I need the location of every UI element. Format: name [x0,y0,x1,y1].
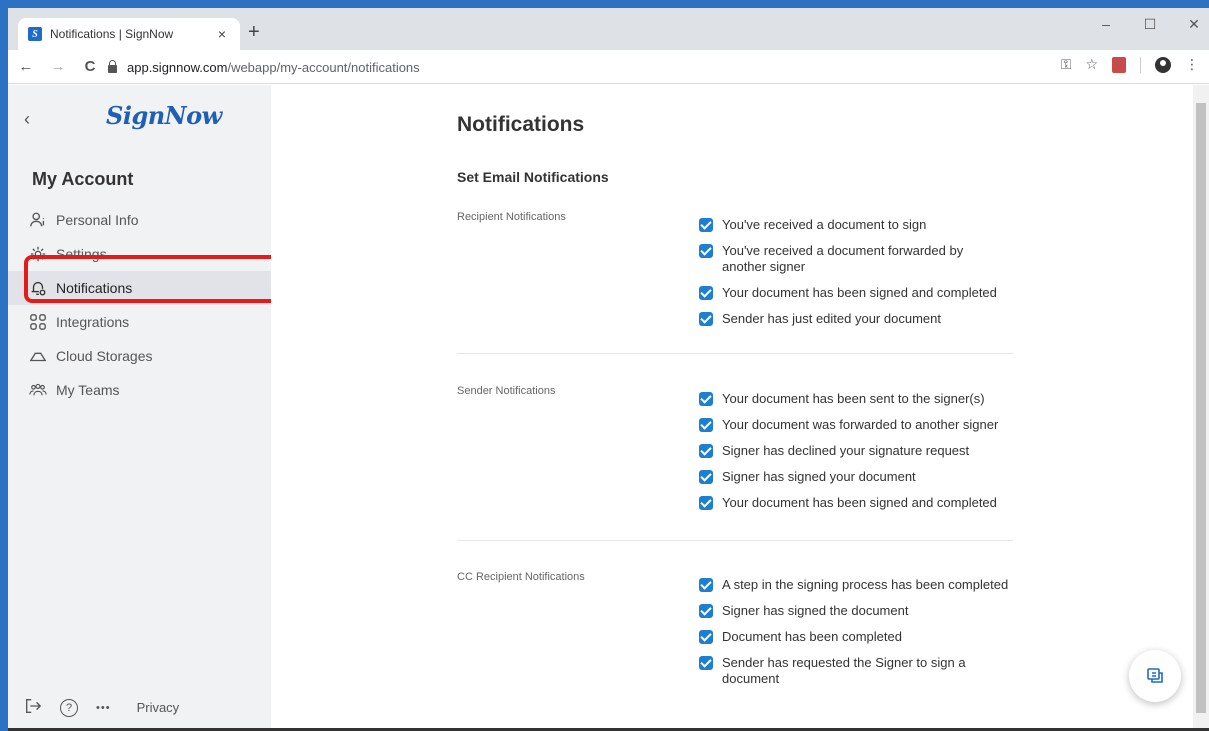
back-button[interactable]: ← [14,58,38,75]
star-icon[interactable]: ☆ [1085,56,1098,73]
lock-icon [108,59,117,73]
sidebar-item-integrations[interactable]: Integrations [8,305,271,339]
checkbox-checked[interactable] [699,286,713,300]
sidebar: ‹ SignNow My Account Personal Info Setti… [8,85,271,731]
page-scrollbar[interactable] [1193,85,1209,731]
profile-icon[interactable] [1155,56,1171,73]
group-label: CC Recipient Notifications [457,571,585,583]
close-window-button[interactable]: ✕ [1184,16,1204,33]
notification-option[interactable]: You've received a document to sign [699,217,1009,233]
checkbox-checked[interactable] [699,418,713,432]
pdf-extension-icon[interactable] [1112,56,1126,73]
grid-icon [28,312,48,332]
more-icon[interactable]: ••• [96,702,111,714]
maximize-button[interactable]: ☐ [1140,16,1160,33]
checkbox-checked[interactable] [699,578,713,592]
checkbox-checked[interactable] [699,470,713,484]
notification-option[interactable]: Signer has declined your signature reque… [699,443,1009,459]
toolbar-separator [1140,56,1141,73]
group-label: Sender Notifications [457,385,556,397]
browser-tab[interactable]: S Notifications | SignNow × [18,18,240,50]
logout-icon[interactable] [24,697,42,718]
chat-icon [1147,668,1163,683]
notification-option[interactable]: Signer has signed your document [699,469,1009,485]
checkbox-checked[interactable] [699,630,713,644]
section-divider [457,540,1013,541]
sidebar-item-my-teams[interactable]: My Teams [8,373,271,407]
checkbox-checked[interactable] [699,218,713,232]
chat-button[interactable] [1129,650,1181,702]
page-title: Notifications [457,113,585,136]
notification-option[interactable]: You've received a document forwarded by … [699,243,1009,275]
option-list: You've received a document to sign You'v… [699,217,1009,337]
scrollbar-thumb[interactable] [1196,103,1206,713]
group-label: Recipient Notifications [457,211,566,223]
signnow-favicon-icon: S [28,27,42,41]
sidebar-item-personal-info[interactable]: Personal Info [8,203,271,237]
browser-window: S Notifications | SignNow × + – ☐ ✕ ← → … [8,8,1209,731]
signnow-logo[interactable]: SignNow [106,101,222,130]
notification-option[interactable]: Your document was forwarded to another s… [699,417,1009,433]
sidebar-item-label: My Teams [56,382,120,398]
sidebar-item-label: Cloud Storages [56,348,153,364]
person-info-icon [28,210,48,230]
notification-option[interactable]: Document has been completed [699,629,1009,645]
browser-toolbar: ← → C app.signnow.com/webapp/my-account/… [8,50,1209,84]
section-title: Set Email Notifications [457,169,609,185]
highlight-annotation [24,255,308,303]
sidebar-item-cloud-storages[interactable]: Cloud Storages [8,339,271,373]
option-list: Your document has been sent to the signe… [699,391,1009,521]
privacy-link[interactable]: Privacy [137,700,180,715]
checkbox-checked[interactable] [699,496,713,510]
minimize-button[interactable]: – [1096,16,1116,32]
recipient-notifications-group: Recipient Notifications You've received … [457,211,1013,351]
checkbox-checked[interactable] [699,244,713,258]
checkbox-checked[interactable] [699,604,713,618]
tab-title: Notifications | SignNow [50,27,174,41]
notification-option[interactable]: Your document has been signed and comple… [699,495,1009,511]
tab-close-icon[interactable]: × [214,26,230,42]
toolbar-actions: ⚿ ☆ ⋮ [1061,56,1199,73]
main-content: Notifications Set Email Notifications Re… [271,85,1193,731]
sidebar-footer: ? ••• Privacy [24,697,179,718]
checkbox-checked[interactable] [699,444,713,458]
notification-option[interactable]: Signer has signed the document [699,603,1009,619]
cc-recipient-notifications-group: CC Recipient Notifications A step in the… [457,571,1013,721]
notification-option[interactable]: Your document has been sent to the signe… [699,391,1009,407]
menu-kebab-icon[interactable]: ⋮ [1185,56,1199,73]
sidebar-item-label: Integrations [56,314,130,330]
reload-button[interactable]: C [78,58,102,75]
url-text: app.signnow.com/webapp/my-account/notifi… [127,59,420,75]
sidebar-nav: Personal Info Settings Notifications Int… [8,203,271,407]
option-list: A step in the signing process has been c… [699,577,1009,697]
tab-strip: S Notifications | SignNow × + – ☐ ✕ [8,8,1209,50]
sender-notifications-group: Sender Notifications Your document has b… [457,385,1013,535]
notification-option[interactable]: Your document has been signed and comple… [699,285,1009,301]
checkbox-checked[interactable] [699,656,713,670]
sidebar-heading: My Account [32,169,134,189]
cloud-icon [28,346,48,366]
notification-option[interactable]: A step in the signing process has been c… [699,577,1009,593]
key-icon[interactable]: ⚿ [1061,56,1072,73]
forward-button[interactable]: → [46,58,70,75]
team-icon [28,380,48,400]
chevron-left-icon[interactable]: ‹ [24,109,30,130]
help-icon[interactable]: ? [60,698,78,717]
checkbox-checked[interactable] [699,312,713,326]
section-divider [457,353,1013,354]
sidebar-item-label: Personal Info [56,212,139,228]
notification-option[interactable]: Sender has just edited your document [699,311,1009,327]
new-tab-button[interactable]: + [248,22,260,42]
checkbox-checked[interactable] [699,392,713,406]
address-bar[interactable]: app.signnow.com/webapp/my-account/notifi… [108,54,1068,80]
notification-option[interactable]: Sender has requested the Signer to sign … [699,655,1009,687]
